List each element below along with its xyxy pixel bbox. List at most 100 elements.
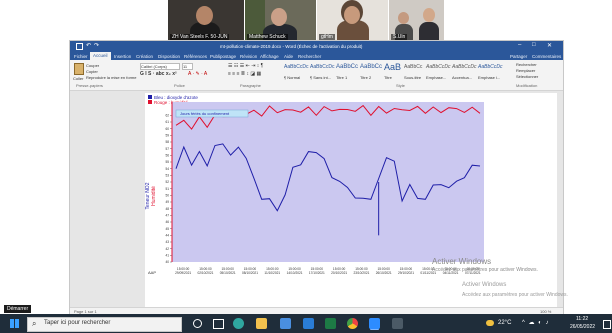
y-tick-label: 62 (165, 114, 169, 118)
y-tick-label: 43 (165, 240, 169, 244)
style-label-accentuation: Accentua... (452, 75, 473, 80)
annotation-text: Jours fériés du confinement (180, 111, 230, 116)
x-tick-label: 05/10/2021 (220, 271, 236, 275)
tab-rechercher[interactable]: Rechercher (298, 54, 321, 59)
participant-name: S.Uln (391, 34, 408, 40)
excel-icon[interactable] (325, 318, 336, 329)
video-tile-2[interactable]: Matthew Schuck (245, 0, 316, 42)
activation-watermark-title-2: Activer Windows (462, 282, 507, 288)
save-icon[interactable] (76, 43, 83, 50)
weather-icon[interactable] (486, 320, 494, 326)
style-label-titre2: Titre 2 (360, 75, 372, 80)
clock-time[interactable]: 11:22 (576, 316, 588, 322)
zoom-icon[interactable] (369, 318, 380, 329)
tab-publipostage[interactable]: Publipostage (210, 54, 236, 59)
tab-accueil[interactable]: Accueil (90, 52, 111, 60)
x-tick-label: 29/10/2021 (398, 271, 414, 275)
participant-head (196, 6, 213, 25)
select-button[interactable]: Sélectionner (516, 74, 538, 79)
y-tick-label: 51 (165, 187, 169, 191)
group-label-editing: Modification (516, 83, 538, 88)
find-button[interactable]: Rechercher (516, 62, 537, 67)
task-view-icon[interactable] (213, 319, 224, 329)
tab-aide[interactable]: Aide (284, 54, 293, 59)
format-painter-button[interactable]: Reproduire la mise en forme (86, 75, 136, 80)
x-tick-label: 26/10/2021 (376, 271, 392, 275)
participant-name: Matthew Schuck (247, 34, 288, 40)
copy-button[interactable]: Copier (86, 69, 98, 74)
paste-button[interactable]: Coller (73, 76, 83, 81)
store-icon[interactable] (280, 318, 291, 329)
group-label-paragraph: Paragraphe (240, 83, 261, 88)
paragraph-buttons[interactable]: ☰ ☷ ☰ ⇤ ⇥ ↕ ¶ (228, 63, 263, 69)
x-tick-label: 23/10/2021 (353, 271, 369, 275)
tab-references[interactable]: Références (184, 54, 207, 59)
y-tick-label: 45 (165, 227, 169, 231)
y-tick-label: 40 (165, 260, 169, 264)
tab-insertion[interactable]: Insertion (114, 54, 131, 59)
group-label-clipboard: Presse-papiers (76, 83, 103, 88)
font-name-select[interactable]: Calibri (Corps) (140, 63, 180, 70)
minimize-icon[interactable]: – (518, 42, 521, 48)
replace-button[interactable]: Remplacer (516, 68, 535, 73)
cut-button[interactable]: Couper (86, 63, 99, 68)
share-button[interactable]: Partager (510, 54, 527, 59)
redo-icon[interactable]: ↷ (94, 42, 99, 49)
paste-icon[interactable] (74, 63, 84, 75)
x-tick-label: 17/10/2021 (309, 271, 325, 275)
style-label-sans-int: ¶ Sans int... (310, 75, 332, 80)
tab-disposition[interactable]: Disposition (158, 54, 180, 59)
style-label-titre1: Titre 1 (336, 75, 348, 80)
tab-creation[interactable]: Création (136, 54, 153, 59)
clock-date[interactable]: 26/05/2022 (570, 324, 595, 330)
font-size-select[interactable]: 11 (182, 63, 193, 70)
video-tile-3[interactable]: gtHm (317, 0, 388, 42)
style-titre[interactable]: AaB (384, 62, 401, 74)
video-tile-4[interactable]: S.Uln (389, 0, 444, 42)
participant-head (344, 6, 360, 24)
activation-watermark-subtitle: Accédez aux paramètres pour activer Wind… (432, 267, 538, 273)
chart-plot-background (172, 102, 484, 262)
tab-fichier[interactable]: Fichier (74, 54, 88, 59)
cortana-icon[interactable] (193, 319, 202, 328)
ribbon: Coller Couper Copier Reproduire la mise … (70, 60, 563, 91)
comments-button[interactable]: Commentaires (532, 54, 561, 59)
search-box[interactable]: ⌕ Taper ici pour rechercher (27, 317, 182, 332)
tab-affichage[interactable]: Affichage (260, 54, 279, 59)
windows-start-icon[interactable] (10, 319, 19, 328)
close-icon[interactable]: ✕ (547, 42, 552, 49)
y-tick-label: 55 (165, 160, 169, 164)
maps-icon[interactable] (392, 318, 403, 329)
font-format-buttons[interactable]: G I S · abc x₂ x² (140, 71, 177, 77)
tray-icons[interactable]: ^ ☁ ◐ ♪ (522, 319, 549, 326)
search-input[interactable]: Taper ici pour rechercher (44, 320, 110, 326)
edge-icon[interactable] (233, 318, 244, 329)
y-tick-label: 53 (165, 174, 169, 178)
y-tick-label: 54 (165, 167, 169, 171)
font-color-buttons[interactable]: A · ✎ · A (188, 71, 207, 77)
participant-name: gtHm (319, 34, 335, 40)
chart-annotation: Jours fériés du confinement (175, 109, 249, 118)
file-explorer-icon[interactable] (256, 318, 267, 329)
chrome-icon[interactable] (347, 318, 358, 329)
alignment-buttons[interactable]: ≡ ≡ ≡ ≣ ↕ ◪ ▦ (228, 71, 261, 77)
activation-watermark-subtitle-2: Accédez aux paramètres pour activer Wind… (462, 292, 568, 298)
y-tick-label: 48 (165, 207, 169, 211)
maximize-icon[interactable]: □ (532, 42, 536, 48)
participant-body (419, 22, 439, 42)
style-label-emphase: Emphase... (426, 75, 447, 80)
participant-head (423, 8, 435, 22)
video-tile-1[interactable]: ZH Van Steels F. 50-JUN (168, 0, 244, 42)
temperature[interactable]: 22°C (498, 320, 511, 326)
participant-head (271, 8, 287, 26)
notification-icon[interactable] (603, 320, 611, 329)
undo-icon[interactable]: ↶ (86, 42, 91, 49)
y-tick-label: 59 (165, 134, 169, 138)
participant-head (398, 12, 409, 24)
mail-icon[interactable] (303, 318, 314, 329)
y-tick-label: 60 (165, 127, 169, 131)
chart-xaxis-unit: AAP (148, 270, 156, 275)
y-tick-label: 47 (165, 214, 169, 218)
group-label-styles: Style (396, 83, 405, 88)
tab-revision[interactable]: Révision (240, 54, 257, 59)
